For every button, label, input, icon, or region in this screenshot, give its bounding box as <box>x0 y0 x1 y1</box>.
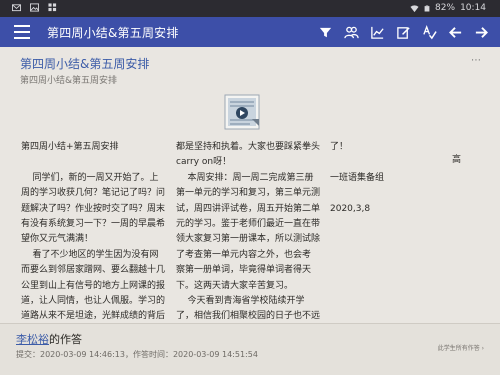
text-line: 领大家复习第一册课本，所以测试除 <box>176 234 321 245</box>
document-area: 第四周小结&第五周安排 第四周小结&第五周安排 ⋯ 第四周小结+第五周安排 同学… <box>0 47 500 375</box>
text-line: 望你又元气满满！ <box>21 234 94 245</box>
text-line: 2020,3,8 <box>330 203 371 214</box>
text-line: 公里到山上有信号的地方上网课的报 <box>21 280 166 291</box>
text-line: 高 <box>452 155 462 165</box>
text-line: 察第一册单词，毕竟得单词者得天 <box>176 265 312 276</box>
document-subtitle: 第四周小结&第五周安排 <box>20 76 118 86</box>
text-line: 都是坚持和执着。大家也要踩紧拳头 <box>176 142 321 152</box>
text-line <box>330 155 384 170</box>
text-line: 第一单元的学习和复习，第三单元测 <box>176 188 321 199</box>
answer-author: 李松裕的作答 <box>16 331 82 347</box>
text-line: 试，周四讲评试卷，周五开始第二单 <box>176 203 321 214</box>
grid-icon <box>48 3 57 12</box>
screen: 82% 10:14 第四周小结&第五周安排 第四周小结&第五周安排 第四周小结&… <box>0 0 500 375</box>
text-column-3: 了！ 一班语集备组 2020,3,8 <box>330 140 384 217</box>
text-line: 有没有系统复习一下？一周的早晨希 <box>21 219 166 230</box>
text-line: 第四周小结+第五周安排 <box>21 142 119 152</box>
text-line <box>21 155 165 170</box>
text-line: 元的学习。鉴于老师们最近一直在带 <box>176 219 321 230</box>
submit-label: 提交 <box>16 350 32 359</box>
text-line: carry on呀！ <box>176 157 232 168</box>
people-icon[interactable] <box>342 23 360 41</box>
author-link[interactable]: 李松裕 <box>16 333 49 346</box>
text-column-4: 高 <box>452 153 461 168</box>
status-left-icons <box>12 3 57 12</box>
text-line: 了考查第一单元内容之外，也会考 <box>176 249 312 260</box>
answer-footer: 李松裕的作答 提交：2020-03-09 14:46:13，作答时间：2020-… <box>0 323 500 375</box>
hamburger-menu-icon[interactable] <box>14 25 30 39</box>
wifi-icon <box>410 4 419 12</box>
battery-icon <box>424 5 430 11</box>
mail-icon <box>12 4 21 12</box>
text-line: 同学们，新的一周又开始了。上 <box>21 172 159 183</box>
text-line: 本周安排：周一周二完成第三册 <box>176 172 314 183</box>
author-suffix: 的作答 <box>49 333 82 346</box>
app-bar: 第四周小结&第五周安排 <box>0 17 500 47</box>
all-answers-link[interactable]: 此学生所有作答 › <box>438 343 484 352</box>
text-line: 而要么到邻居家蹭网、要么翻越十几 <box>21 265 166 276</box>
text-line: 了！ <box>330 142 349 152</box>
edit-icon[interactable] <box>394 23 412 41</box>
status-right: 82% 10:14 <box>410 3 486 13</box>
chart-icon[interactable] <box>368 23 386 41</box>
text-line: 今天看到青海省学校陆续开学 <box>176 296 305 307</box>
text-line: 一班语集备组 <box>330 172 385 183</box>
text-column-1: 第四周小结+第五周安排 同学们，新的一周又开始了。上 周的学习收获几何？笔记记了吗… <box>21 140 165 325</box>
text-line: 下。这两天请大家辛苦复习。 <box>176 280 294 291</box>
document-video-thumbnail-icon[interactable] <box>222 93 262 131</box>
homework-time: ：2020-03-09 14:51:54 <box>164 350 258 359</box>
submit-time: ：2020-03-09 14:46:13 <box>32 350 125 359</box>
document-title: 第四周小结&第五周安排 <box>20 57 150 71</box>
text-line: 看了不少地区的学生因为没有网 <box>21 249 159 260</box>
answer-meta: 提交：2020-03-09 14:46:13，作答时间：2020-03-09 1… <box>16 349 258 360</box>
app-bar-title: 第四周小结&第五周安排 <box>47 26 179 40</box>
text-line: 题解决了吗？作业按时交了吗？周末 <box>21 203 166 214</box>
toolbar <box>316 23 490 41</box>
battery-level: 82% <box>435 3 456 13</box>
forward-arrow-icon[interactable] <box>472 23 490 41</box>
more-options-icon[interactable]: ⋯ <box>471 55 482 66</box>
clock: 10:14 <box>460 3 486 13</box>
text-line: 周的学习收获几何？笔记记了吗？问 <box>21 188 166 199</box>
spellcheck-icon[interactable] <box>420 23 438 41</box>
back-arrow-icon[interactable] <box>446 23 464 41</box>
text-line <box>330 186 384 201</box>
text-line: 道，让人同情，也让人佩服。学习的 <box>21 296 166 307</box>
filter-icon[interactable] <box>316 23 334 41</box>
text-column-2: 都是坚持和执着。大家也要踩紧拳头 carry on呀！ 本周安排：周一周二完成第三… <box>176 140 320 325</box>
image-icon <box>30 3 39 12</box>
homework-label: ，作答时间 <box>124 350 165 359</box>
status-bar: 82% 10:14 <box>0 0 500 17</box>
